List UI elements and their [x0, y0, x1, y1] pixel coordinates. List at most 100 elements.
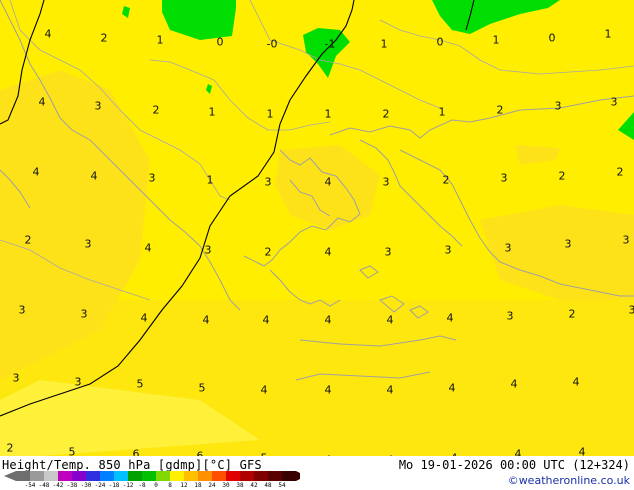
temperature-value: 3 [84, 237, 92, 251]
temperature-value: 3 [504, 241, 512, 255]
weather-map: 4 2 1 0 -0 -1 1 0 1 0 1 4 3 2 1 1 1 2 1 2 3 3 4 4 3 1 3 4 3 2 3 2 2 2 3 4 3 2… [0, 0, 634, 456]
temperature-value: 3 [204, 243, 212, 257]
scale-tick-label: 0 [154, 482, 158, 489]
temperature-value: 3 [554, 99, 562, 113]
scale-tick-label: 42 [250, 482, 258, 489]
scale-tick-label: 24 [208, 482, 216, 489]
scale-swatch [72, 471, 86, 481]
temperature-value: 2 [6, 441, 14, 455]
temperature-value: 2 [264, 245, 272, 259]
temperature-value: 1 [604, 27, 612, 41]
temperature-value: 1 [266, 107, 274, 121]
temperature-value: 4 [202, 313, 210, 327]
temperature-value: 3 [506, 309, 514, 323]
scale-swatch [44, 471, 58, 481]
temperature-value: 4 [324, 383, 332, 397]
scale-tick-label: -12 [122, 482, 134, 489]
temperature-value: 4 [510, 377, 518, 391]
temperature-value: 5 [198, 381, 206, 395]
scale-swatch [268, 471, 282, 481]
scale-tick-label: -54 [24, 482, 36, 489]
scale-tick-label: 48 [264, 482, 272, 489]
scale-right-arrow [296, 471, 300, 481]
scale-left-arrow [4, 471, 16, 481]
temperature-value: 5 [136, 377, 144, 391]
scale-tick-label: -42 [52, 482, 64, 489]
scale-swatch [142, 471, 156, 481]
temperature-value: 3 [628, 303, 634, 317]
temperature-value: 4 [578, 445, 586, 457]
scale-tick-label: 12 [180, 482, 188, 489]
temperature-value: 4 [386, 383, 394, 397]
temperature-value: 4 [262, 313, 270, 327]
scale-swatch [254, 471, 268, 481]
temperature-value: 2 [24, 233, 32, 247]
temperature-value: 4 [32, 165, 40, 179]
temperature-value: 3 [500, 171, 508, 185]
scale-swatch [30, 471, 44, 481]
temperature-value: -0 [266, 37, 278, 51]
temperature-value: 0 [216, 35, 224, 49]
temperature-value: 1 [206, 173, 214, 187]
temperature-value: 4 [140, 311, 148, 325]
scale-tick-label: 8 [168, 482, 172, 489]
temperature-value: 2 [442, 173, 450, 187]
temperature-value: 6 [132, 447, 140, 457]
temperature-value: 0 [548, 31, 556, 45]
temperature-value: 4 [44, 27, 52, 41]
scale-swatch [156, 471, 170, 481]
temperature-value: 2 [152, 103, 160, 117]
temperature-value: 4 [324, 175, 332, 189]
scale-tick-label: 30 [222, 482, 230, 489]
scale-tick-label: 38 [236, 482, 244, 489]
temperature-value: 4 [324, 313, 332, 327]
scale-tick-label: 54 [278, 482, 286, 489]
scale-swatch [100, 471, 114, 481]
temperature-value: 2 [382, 107, 390, 121]
temperature-value: 1 [156, 33, 164, 47]
temperature-value: 3 [564, 237, 572, 251]
temperature-value: 3 [94, 99, 102, 113]
temperature-value: 2 [616, 165, 624, 179]
temperature-value: 0 [436, 35, 444, 49]
temperature-value: 3 [74, 375, 82, 389]
scale-swatch [212, 471, 226, 481]
scale-tick-label: -8 [138, 482, 146, 489]
temperature-value: 3 [622, 233, 630, 247]
temperature-value: 4 [514, 447, 522, 457]
temperature-value: 3 [610, 95, 618, 109]
scale-swatch [184, 471, 198, 481]
temperature-value: 1 [438, 105, 446, 119]
scale-swatch [86, 471, 100, 481]
temperature-value: 2 [568, 307, 576, 321]
temperature-value: 4 [446, 311, 454, 325]
temperature-value: 2 [496, 103, 504, 117]
temperature-value: 5 [68, 445, 76, 457]
scale-tick-label: -48 [38, 482, 50, 489]
temperature-value: 3 [384, 245, 392, 259]
temperature-value: 3 [18, 303, 26, 317]
scale-swatch [282, 471, 296, 481]
temperature-value: 4 [260, 383, 268, 397]
temperature-value: 1 [492, 33, 500, 47]
temperature-value: 1 [380, 37, 388, 51]
scale-swatch [16, 471, 30, 481]
temperature-value: 3 [444, 243, 452, 257]
scale-swatch [240, 471, 254, 481]
temperature-value: -1 [324, 37, 336, 51]
temperature-value: 2 [558, 169, 566, 183]
scale-tick-label: -30 [80, 482, 92, 489]
color-scale-labels: -54 -48 -42 -38 -30 -24 -18 -12 -8 0 8 12 18 24 30 38 42… [0, 483, 300, 490]
temperature-field [0, 0, 634, 456]
source-credit[interactable]: ©weatheronline.co.uk [508, 474, 630, 487]
scale-swatch [170, 471, 184, 481]
temperature-value: 4 [448, 381, 456, 395]
temperature-value: 4 [144, 241, 152, 255]
temperature-value: 3 [12, 371, 20, 385]
temperature-value: 4 [572, 375, 580, 389]
temperature-value: 4 [386, 313, 394, 327]
temperature-value: 1 [208, 105, 216, 119]
temperature-value: 3 [264, 175, 272, 189]
temperature-value: 1 [324, 107, 332, 121]
scale-swatch [128, 471, 142, 481]
